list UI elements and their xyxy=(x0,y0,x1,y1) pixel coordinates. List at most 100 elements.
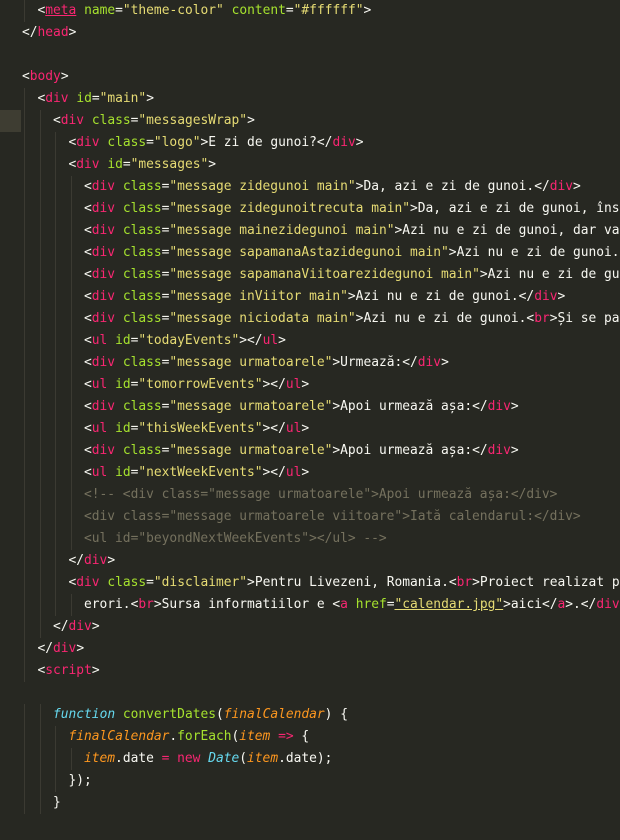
code-line[interactable]: <ul id="thisWeekEvents"></ul> xyxy=(0,418,620,440)
code-token: div xyxy=(91,311,116,326)
code-line[interactable]: <div class="disclaimer">Pentru Livezeni,… xyxy=(0,572,620,594)
indent-guide xyxy=(70,352,72,374)
code-line[interactable]: <body> xyxy=(0,66,620,88)
code-token: < xyxy=(332,597,341,612)
indent-guide xyxy=(55,176,56,198)
code-line[interactable]: <!-- <div class="message urmatoarele">Ap… xyxy=(0,484,620,506)
code-token: div xyxy=(91,201,116,216)
code-editor[interactable]: <meta name="theme-color" content="#fffff… xyxy=(0,0,620,840)
code-token: Azi nu e zi de gun xyxy=(487,267,620,282)
code-token: < xyxy=(84,201,92,216)
code-line[interactable]: </head> xyxy=(0,22,620,44)
code-line[interactable]: <div class="message sapamanaViitoarezide… xyxy=(0,264,620,286)
current-line-marker xyxy=(0,110,21,132)
code-line[interactable]: </div> xyxy=(0,616,620,638)
indent-guide xyxy=(55,330,56,352)
code-token: a xyxy=(340,597,348,612)
code-token: > xyxy=(146,91,154,106)
code-line[interactable]: item.date = new Date(item.date); xyxy=(0,748,620,770)
code-token: div xyxy=(60,113,85,128)
code-token: </ xyxy=(37,641,54,656)
indent-guide xyxy=(24,352,25,374)
code-line[interactable]: } xyxy=(0,792,620,814)
code-token: Da, azi e zi de gunoi. xyxy=(363,179,535,194)
code-line[interactable]: <div class="message mainezidegunoi main"… xyxy=(0,220,620,242)
code-text: <meta name="theme-color" content="#fffff… xyxy=(38,0,372,22)
code-line[interactable]: <div class="messagesWrap"> xyxy=(0,110,620,132)
code-line[interactable]: <div class="message inViitor main">Azi n… xyxy=(0,286,620,308)
code-token: > xyxy=(410,201,418,216)
code-token: forEach xyxy=(177,729,232,744)
code-line[interactable]: <div class="message urmatoarele">Urmează… xyxy=(0,352,620,374)
code-line[interactable]: </div> xyxy=(0,550,620,572)
code-line[interactable]: erori.<br>Sursa informatiilor e <a href=… xyxy=(0,594,620,616)
code-token: > xyxy=(247,113,255,128)
code-line[interactable]: <ul id="tomorrowEvents"></ul> xyxy=(0,374,620,396)
indent-guide xyxy=(39,506,41,528)
code-token: id xyxy=(115,377,131,392)
code-line[interactable]: <div class="message urmatoarele">Apoi ur… xyxy=(0,440,620,462)
code-token: function xyxy=(53,707,116,722)
code-token: ul xyxy=(285,377,302,392)
code-text: <ul id="thisWeekEvents"></ul> xyxy=(84,418,309,440)
code-line[interactable]: finalCalendar.forEach(item => { xyxy=(0,726,620,748)
code-token: br xyxy=(534,311,550,326)
code-line[interactable]: <div class="message sapamanaAstazideguno… xyxy=(0,242,620,264)
code-line[interactable]: <div class="message niciodata main">Azi … xyxy=(0,308,620,330)
code-token: date xyxy=(285,751,317,766)
code-token: < xyxy=(84,245,92,260)
indent-guide xyxy=(55,242,56,264)
indent-guide xyxy=(39,198,41,220)
code-text: </div> xyxy=(38,638,85,660)
code-token: > xyxy=(301,421,310,436)
indent-guide xyxy=(24,396,25,418)
code-token: </ xyxy=(316,135,333,150)
indent-guide xyxy=(24,264,25,286)
code-text: <ul id="tomorrowEvents"></ul> xyxy=(84,374,309,396)
code-line[interactable]: <ul id="nextWeekEvents"></ul> xyxy=(0,462,620,484)
code-token: Apoi urmează așa: xyxy=(340,399,473,414)
code-token: > xyxy=(278,333,286,348)
code-line[interactable]: <meta name="theme-color" content="#fffff… xyxy=(0,0,620,22)
code-token: "message urmatoarele" xyxy=(169,443,333,458)
indent-guide xyxy=(55,154,56,176)
indent-guide xyxy=(39,374,41,396)
code-token: "#ffffff" xyxy=(293,3,364,18)
code-token: "message zidegunoi main" xyxy=(169,179,356,194)
code-text: } xyxy=(53,792,61,814)
code-token: }); xyxy=(68,773,92,788)
code-line[interactable]: <script> xyxy=(0,660,620,682)
code-line[interactable]: <div class="message zidegunoi main">Da, … xyxy=(0,176,620,198)
code-line[interactable]: <ul id="beyondNextWeekEvents"></ul> --> xyxy=(0,528,620,550)
code-token: </ xyxy=(68,553,85,568)
indent-guide xyxy=(55,264,56,286)
code-line[interactable] xyxy=(0,682,620,704)
code-line[interactable]: <div id="main"> xyxy=(0,88,620,110)
code-line[interactable]: <ul id="todayEvents"></ul> xyxy=(0,330,620,352)
code-line[interactable]: <div class="message zidegunoitrecuta mai… xyxy=(0,198,620,220)
code-line[interactable]: }); xyxy=(0,770,620,792)
code-token: < xyxy=(84,399,92,414)
code-token: aici xyxy=(510,597,542,612)
code-token: > xyxy=(363,3,372,18)
indent-guide xyxy=(39,352,41,374)
code-token: </ xyxy=(472,399,488,414)
indent-guide xyxy=(24,638,25,660)
code-line[interactable]: <div class="logo">E zi de gunoi?</div> xyxy=(0,132,620,154)
indent-guide xyxy=(39,572,41,594)
code-line[interactable]: </div> xyxy=(0,638,620,660)
code-token: < xyxy=(22,69,30,84)
code-line[interactable] xyxy=(0,44,620,66)
code-line[interactable]: function convertDates(finalCalendar) { xyxy=(0,704,620,726)
code-line[interactable]: <div id="messages"> xyxy=(0,154,620,176)
indent-guide xyxy=(70,506,72,528)
code-token: > xyxy=(153,597,162,612)
indent-guide xyxy=(39,110,41,132)
code-line[interactable]: <div class="message urmatoarele viitoare… xyxy=(0,506,620,528)
code-token: "tomorrowEvents" xyxy=(138,377,263,392)
code-line[interactable]: <div class="message urmatoarele">Apoi ur… xyxy=(0,396,620,418)
